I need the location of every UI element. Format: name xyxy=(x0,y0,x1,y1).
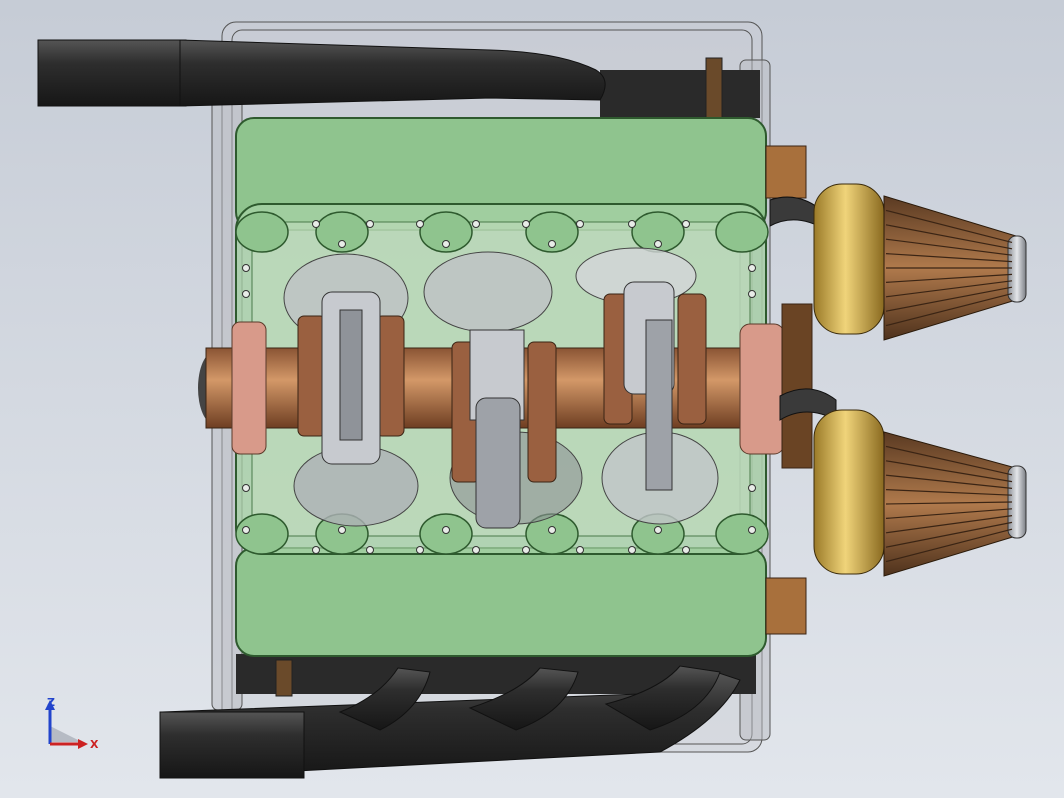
bolt-hole xyxy=(748,484,756,492)
bolt-hole xyxy=(628,546,636,554)
bolt-boss xyxy=(235,211,289,253)
bolt-hole xyxy=(548,526,556,534)
bolt-hole xyxy=(548,240,556,248)
z-axis-label: Z xyxy=(47,696,55,709)
bolt-hole xyxy=(576,220,584,228)
bottom-bolt xyxy=(275,659,293,697)
bolt-hole xyxy=(416,220,424,228)
bolt-hole xyxy=(522,546,530,554)
x-axis-arrow xyxy=(78,739,88,749)
bolt-hole xyxy=(748,290,756,298)
bolt-boss xyxy=(715,211,769,253)
bolt-hole xyxy=(338,526,346,534)
bolt-hole xyxy=(472,220,480,228)
engine-block-lower xyxy=(235,547,767,657)
bolt-hole xyxy=(654,240,662,248)
bolt-hole xyxy=(628,220,636,228)
bolt-hole xyxy=(338,240,346,248)
bolt-boss xyxy=(235,513,289,555)
bolt-hole xyxy=(312,220,320,228)
bolt-hole xyxy=(366,546,374,554)
bolt-hole xyxy=(442,240,450,248)
bolt-hole xyxy=(576,546,584,554)
bolt-hole xyxy=(472,546,480,554)
bolt-hole xyxy=(442,526,450,534)
bolt-hole xyxy=(522,220,530,228)
bolt-hole xyxy=(242,264,250,272)
bolt-hole xyxy=(242,526,250,534)
engine-model-view[interactable] xyxy=(0,0,1064,798)
triad-plane xyxy=(50,726,82,742)
bolt-hole xyxy=(366,220,374,228)
x-axis-label: X xyxy=(90,738,99,751)
bolt-hole xyxy=(682,220,690,228)
bolt-hole xyxy=(654,526,662,534)
coordinate-triad: Z X xyxy=(45,696,99,751)
bolt-boss xyxy=(715,513,769,555)
bolt-hole xyxy=(748,264,756,272)
top-bolt xyxy=(705,57,723,119)
bolt-hole xyxy=(748,526,756,534)
3d-viewport[interactable]: Z X xyxy=(0,0,1064,798)
bolt-hole xyxy=(312,546,320,554)
bolt-hole xyxy=(682,546,690,554)
bolt-hole xyxy=(242,290,250,298)
top-valve-cover-strip xyxy=(600,70,760,118)
bolt-hole xyxy=(416,546,424,554)
bolt-hole xyxy=(242,484,250,492)
